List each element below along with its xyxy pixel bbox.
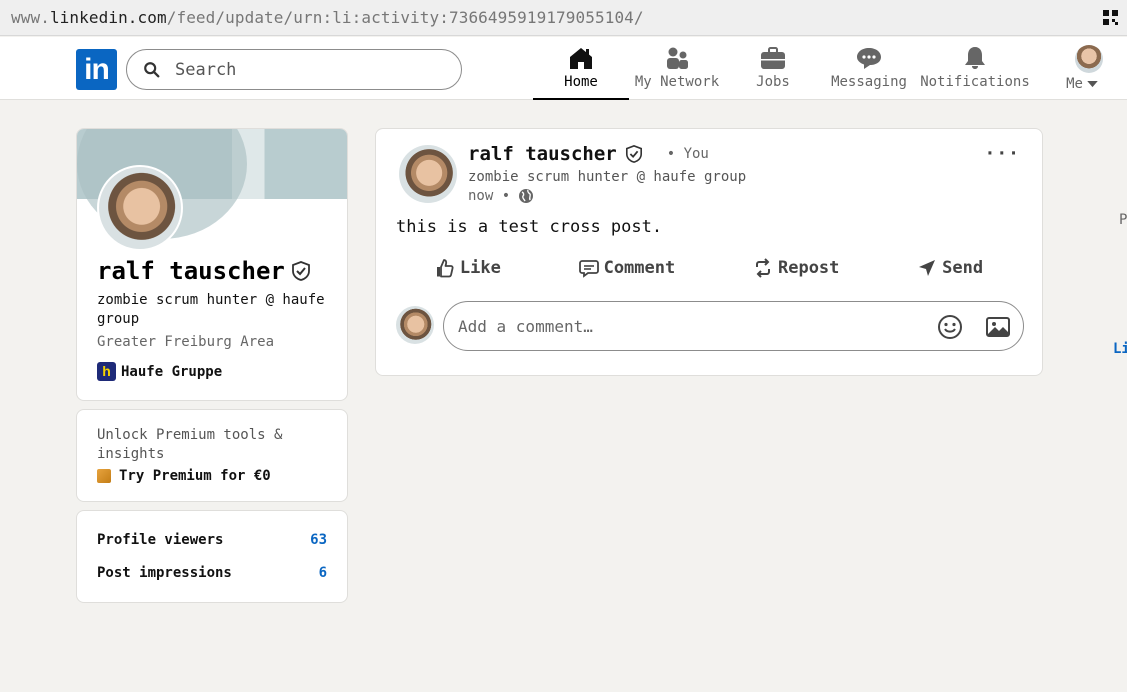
nav-home[interactable]: Home [533, 37, 629, 100]
repost-label: Repost [777, 258, 840, 278]
comment-box[interactable] [443, 301, 1024, 351]
bell-icon [965, 47, 985, 69]
like-icon [436, 259, 454, 278]
profile-headline: zombie scrum hunter @ haufe group [97, 292, 325, 327]
search-box[interactable] [126, 49, 462, 90]
nav-messaging[interactable]: Messaging [827, 37, 911, 99]
right-rail-clipped-text: P [1119, 212, 1127, 228]
post-actions: Like Comment Repost Send [396, 255, 1022, 281]
profile-name[interactable]: ralf tauscher [97, 257, 311, 285]
nav-me[interactable]: Me [1058, 37, 1106, 99]
stat-value: 63 [310, 532, 327, 548]
nav-jobs-label: Jobs [756, 74, 790, 90]
post-author[interactable]: ralf tauscher • You [468, 143, 709, 165]
company-logo: h [97, 362, 116, 381]
nav-notifications-label: Notifications [920, 74, 1030, 90]
profile-location: Greater Freiburg Area [97, 334, 275, 350]
right-rail-clipped-link[interactable]: Li [1113, 341, 1127, 357]
repost-icon [755, 258, 770, 278]
url-host: linkedin.com [49, 8, 167, 27]
home-icon [570, 48, 592, 69]
address-bar[interactable]: www. linkedin.com/feed/update/urn:li:acti… [0, 0, 1127, 36]
verified-shield-icon [625, 145, 642, 163]
post-you-label: • You [666, 146, 709, 162]
stat-post-impressions[interactable]: Post impressions 6 [97, 565, 327, 581]
emoji-icon[interactable] [937, 314, 963, 340]
nav-my-network[interactable]: My Network [630, 37, 724, 99]
post-card: ralf tauscher • You zombie scrum hunter … [375, 128, 1043, 376]
send-icon [919, 260, 936, 276]
company-name: Haufe Gruppe [121, 363, 223, 380]
messaging-icon [857, 48, 881, 69]
post-time-text: now • [468, 188, 511, 204]
linkedin-logo[interactable]: in [76, 49, 117, 90]
try-premium-label: Try Premium for €0 [119, 468, 271, 484]
search-icon [144, 61, 160, 77]
verified-shield-icon [291, 261, 310, 281]
image-icon[interactable] [985, 314, 1011, 340]
post-author-avatar[interactable] [399, 145, 457, 203]
stats-card: Profile viewers 63 Post impressions 6 [76, 510, 348, 603]
comment-icon [578, 260, 599, 278]
repost-button[interactable]: Repost [753, 255, 839, 281]
nav-notifications[interactable]: Notifications [914, 37, 1036, 99]
nav-my-network-label: My Network [634, 74, 720, 90]
post-more-options-button[interactable]: ··· [984, 143, 1020, 164]
send-label: Send [942, 258, 984, 278]
send-button[interactable]: Send [917, 255, 983, 281]
profile-name-text: ralf tauscher [97, 257, 285, 285]
premium-badge-icon [97, 469, 111, 483]
post-author-name: ralf tauscher [468, 143, 617, 165]
url-prefix: www. [11, 8, 50, 27]
commenter-avatar [396, 306, 434, 344]
nav-messaging-label: Messaging [831, 74, 907, 90]
nav-jobs[interactable]: Jobs [748, 37, 798, 99]
avatar [1075, 45, 1103, 73]
profile-company[interactable]: h Haufe Gruppe [97, 362, 222, 381]
globe-icon [519, 189, 534, 203]
stat-value: 6 [318, 565, 327, 581]
stat-label: Profile viewers [97, 532, 224, 548]
like-label: Like [459, 258, 501, 278]
post-author-headline: zombie scrum hunter @ haufe group [468, 169, 747, 185]
post-body: this is a test cross post. [396, 217, 663, 237]
post-timestamp: now • [468, 188, 534, 204]
try-premium-link[interactable]: Try Premium for €0 [97, 468, 271, 484]
stat-profile-viewers[interactable]: Profile viewers 63 [97, 532, 327, 548]
stat-label: Post impressions [97, 565, 232, 581]
briefcase-icon [761, 47, 785, 69]
comment-input[interactable] [456, 315, 926, 337]
qr-code-icon[interactable] [1103, 10, 1118, 25]
comment-label: Comment [603, 258, 676, 278]
like-button[interactable]: Like [435, 255, 501, 281]
url-path: /feed/update/urn:li:activity:73664959191… [166, 8, 644, 27]
profile-card: ralf tauscher zombie scrum hunter @ hauf… [76, 128, 348, 401]
search-input[interactable] [173, 58, 433, 81]
premium-card: Unlock Premium tools & insights Try Prem… [76, 409, 348, 502]
profile-photo[interactable] [97, 165, 183, 251]
global-nav: in Home My Network Jobs [0, 37, 1127, 100]
nav-me-label: Me [1066, 76, 1083, 92]
chevron-down-icon [1087, 80, 1098, 87]
premium-promo-text: Unlock Premium tools & insights [97, 427, 283, 462]
network-icon [667, 47, 688, 69]
nav-home-label: Home [564, 74, 598, 90]
comment-button[interactable]: Comment [578, 255, 676, 281]
